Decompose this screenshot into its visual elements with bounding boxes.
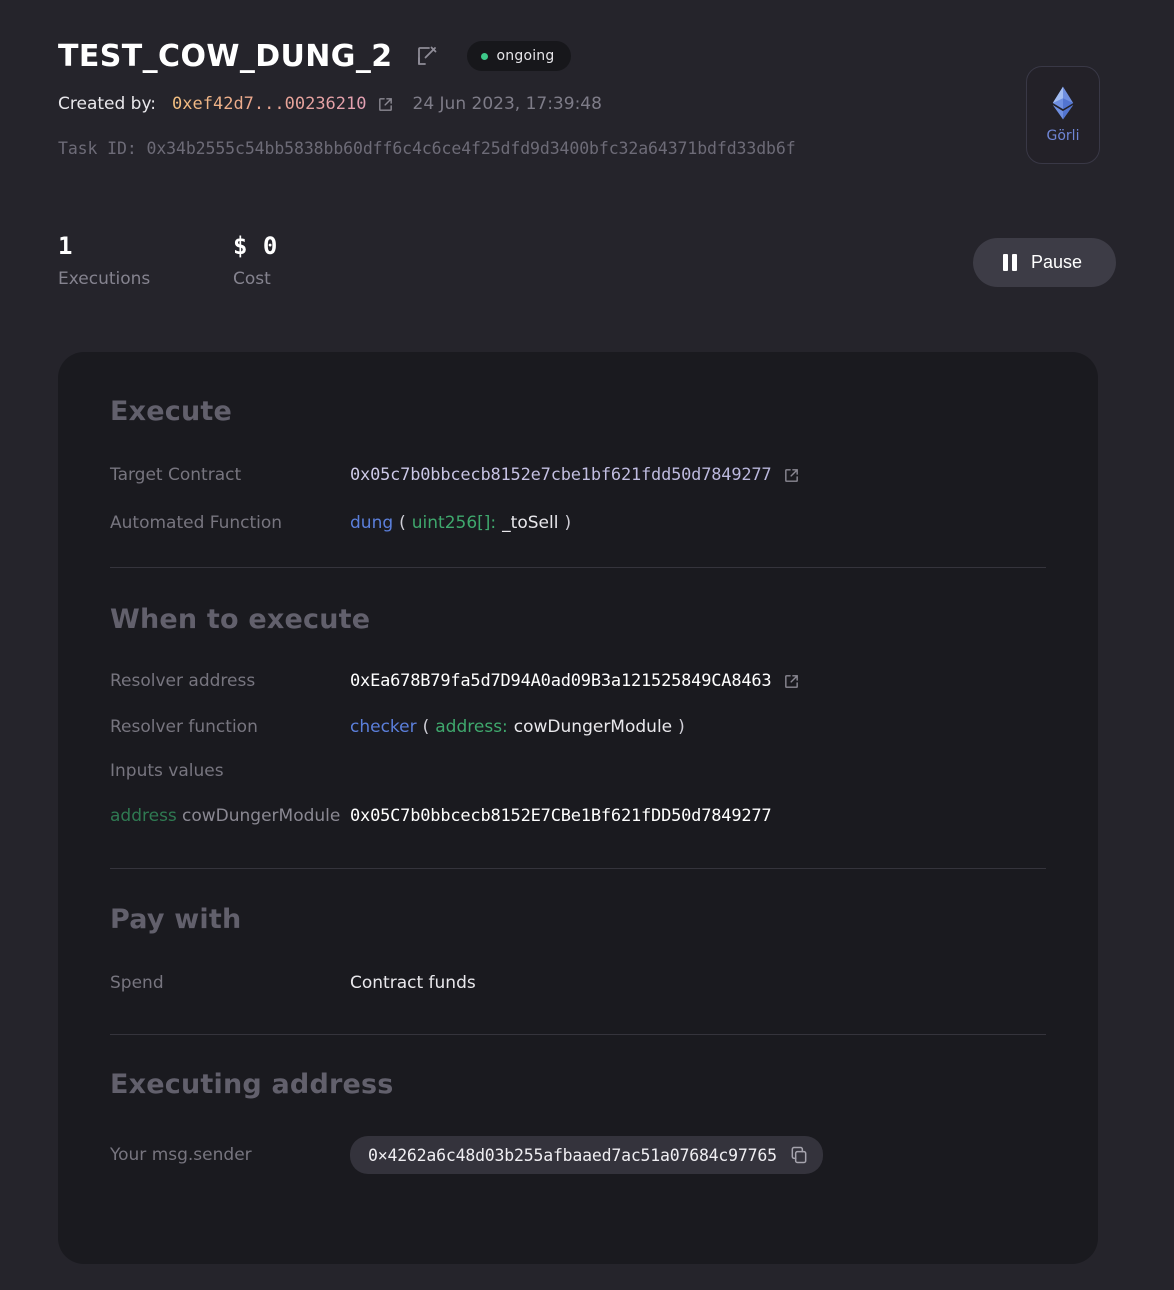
section-heading-executing-address: Executing address [110,1069,394,1100]
open-paren: ( [399,513,406,533]
pause-button[interactable]: Pause [972,238,1116,287]
resolver-function-name: checker [350,717,417,737]
inputs-values-label: Inputs values [110,761,224,781]
row-msg-sender: Your msg.sender 0×4262a6c48d03b255afbaae… [110,1136,1046,1174]
msg-sender-value: 0×4262a6c48d03b255afbaaed7ac51a07684c977… [368,1145,777,1165]
close-paren: ) [678,717,685,737]
creator-address-link[interactable] [377,96,394,113]
section-heading-execute: Execute [110,396,233,427]
divider [110,1034,1046,1035]
created-by-row: Created by: 0xef42d7...00236210 24 Jun 2… [58,91,1118,117]
row-resolver-function: Resolver function checker ( address: cow… [110,717,1046,737]
task-id: Task ID: 0x34b2555c54bb5838bb60dff6c4c6c… [58,139,796,158]
created-timestamp: 24 Jun 2023, 17:39:48 [412,94,602,114]
pause-button-label: Pause [1030,252,1082,272]
resolver-address-link[interactable] [783,673,800,690]
automated-function-param-name: _toSell [502,513,559,533]
external-link-icon [785,674,799,688]
task-detail-page: TEST_COW_DUNG_2 ongoing Created by: 0xef… [0,0,1174,1290]
row-target-contract: Target Contract 0x05c7b0bbcecb8152e7cbe1… [110,465,1046,485]
external-link-icon [785,468,799,482]
target-contract-link[interactable] [783,467,800,484]
resolver-function-param-type: address: [435,717,508,737]
title-row: TEST_COW_DUNG_2 ongoing [58,34,1118,78]
status-dot-icon [480,52,488,60]
pencil-square-icon [417,46,436,65]
stat-label: Executions [58,269,151,289]
stat-label: Cost [233,269,271,289]
stat-value: 1 [58,232,73,260]
page-title: TEST_COW_DUNG_2 [58,38,393,74]
row-resolver-address: Resolver address 0xEa678B79fa5d7D94A0ad0… [110,671,1046,691]
row-automated-function: Automated Function dung ( uint256[]: _to… [110,513,1046,533]
row-input-value: address cowDungerModule 0x05C7b0bbcecb81… [110,806,1046,826]
row-spend: Spend Contract funds [110,973,1046,993]
status-badge: ongoing [466,41,572,71]
target-contract-address[interactable]: 0x05c7b0bbcecb8152e7cbe1bf621fdd50d78492… [350,465,772,485]
stat-executions: 1 Executions [58,232,233,289]
network-badge[interactable]: Görli [1026,66,1100,164]
copy-icon[interactable] [789,1145,809,1165]
automated-function-param-type: uint256[]: [411,513,497,533]
network-name: Görli [1046,128,1080,144]
creator-address[interactable]: 0xef42d7...00236210 [172,94,366,114]
spend-value: Contract funds [350,973,476,993]
external-link-icon [378,97,392,111]
input-type: address [110,806,177,826]
stat-cost: $ 0 Cost [233,232,408,289]
resolver-address-label: Resolver address [110,671,256,691]
ethereum-diamond-icon [1052,86,1074,120]
created-by-label: Created by: [58,94,157,114]
spend-label: Spend [110,973,164,993]
divider [110,868,1046,869]
msg-sender-label: Your msg.sender [110,1145,252,1165]
edit-task-button[interactable] [415,44,439,68]
section-heading-pay-with: Pay with [110,904,242,935]
section-heading-when-to-execute: When to execute [110,604,371,635]
stats-row: 1 Executions $ 0 Cost [58,232,408,289]
input-name: cowDungerModule [182,806,341,826]
open-paren: ( [422,717,430,737]
automated-function-name: dung [350,513,394,533]
divider [110,567,1046,568]
task-details-card: Execute Target Contract 0x05c7b0bbcecb81… [58,352,1098,1264]
status-label: ongoing [496,48,555,64]
resolver-function-param-name: cowDungerModule [513,717,673,737]
pause-icon [1002,254,1017,271]
resolver-function-label: Resolver function [110,717,258,737]
input-value: 0x05C7b0bbcecb8152E7CBe1Bf621fDD50d78492… [350,806,772,826]
msg-sender-copy-pill[interactable]: 0×4262a6c48d03b255afbaaed7ac51a07684c977… [350,1136,823,1174]
target-contract-label: Target Contract [110,465,242,485]
stat-value: $ 0 [233,232,278,260]
resolver-address-value[interactable]: 0xEa678B79fa5d7D94A0ad09B3a121525849CA84… [350,671,772,691]
automated-function-label: Automated Function [110,513,283,533]
close-paren: ) [564,513,572,533]
page-header: TEST_COW_DUNG_2 ongoing Created by: 0xef… [58,34,1118,159]
